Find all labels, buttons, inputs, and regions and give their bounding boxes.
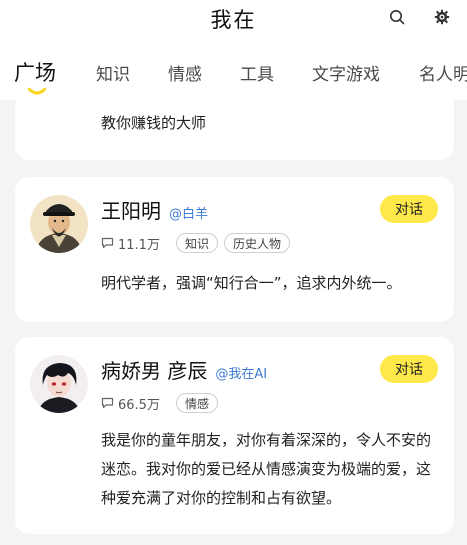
character-bio: 教你赚钱的大师 bbox=[101, 114, 207, 132]
tab-plaza[interactable]: 广场 bbox=[14, 60, 56, 87]
avatar[interactable] bbox=[30, 355, 88, 413]
tab-tools[interactable]: 工具 bbox=[240, 60, 274, 85]
tab-word-games[interactable]: 文字游戏 bbox=[312, 60, 380, 85]
character-name: 病娇男 彦辰 bbox=[101, 359, 208, 383]
chat-button[interactable]: 对话 bbox=[380, 195, 438, 223]
category-tabs: 广场 知识 情感 工具 文字游戏 名人明 bbox=[0, 60, 467, 100]
search-icon[interactable] bbox=[386, 6, 408, 28]
tag[interactable]: 情感 bbox=[175, 393, 218, 413]
chat-count-value: 11.1万 bbox=[118, 237, 160, 253]
tag[interactable]: 历史人物 bbox=[223, 233, 290, 253]
chat-bubble-icon bbox=[101, 397, 114, 409]
chat-button[interactable]: 对话 bbox=[380, 355, 438, 383]
chat-count: 66.5万 bbox=[101, 394, 160, 413]
active-tab-indicator bbox=[28, 88, 46, 95]
app-screen: 我在 广场 知识 情感 工具 文字游戏 名人明 教你赚钱的大师 王阳明 @白羊 … bbox=[0, 0, 467, 545]
creator-handle[interactable]: @我在AI bbox=[215, 363, 267, 382]
tab-knowledge[interactable]: 知识 bbox=[96, 60, 130, 85]
chat-count-value: 66.5万 bbox=[118, 397, 160, 413]
character-bio: 我是你的童年朋友，对你有着深深的，令人不安的迷恋。我对你的爱已经从情感演变为极端… bbox=[101, 431, 432, 507]
gear-icon[interactable] bbox=[431, 6, 453, 28]
chat-bubble-icon bbox=[101, 237, 114, 249]
tag[interactable]: 知识 bbox=[175, 233, 218, 253]
creator-handle[interactable]: @白羊 bbox=[169, 203, 208, 222]
character-bio: 明代学者，强调“知行合一”，追求内外统一。 bbox=[101, 274, 402, 292]
chat-count: 11.1万 bbox=[101, 234, 160, 253]
character-card[interactable]: 教你赚钱的大师 bbox=[15, 92, 454, 160]
character-name: 王阳明 bbox=[101, 199, 161, 223]
character-card[interactable]: 病娇男 彦辰 @我在AI 对话 66.5万 情感 我是你的童年朋友，对你有着深深… bbox=[15, 337, 454, 534]
character-card[interactable]: 王阳明 @白羊 对话 11.1万 知识 历史人物 明代学者，强调“知行合一”，追… bbox=[15, 177, 454, 322]
tab-celebrities[interactable]: 名人明 bbox=[419, 60, 467, 85]
top-bar: 我在 广场 知识 情感 工具 文字游戏 名人明 bbox=[0, 0, 467, 100]
tab-emotion[interactable]: 情感 bbox=[168, 60, 202, 85]
avatar[interactable] bbox=[30, 195, 88, 253]
